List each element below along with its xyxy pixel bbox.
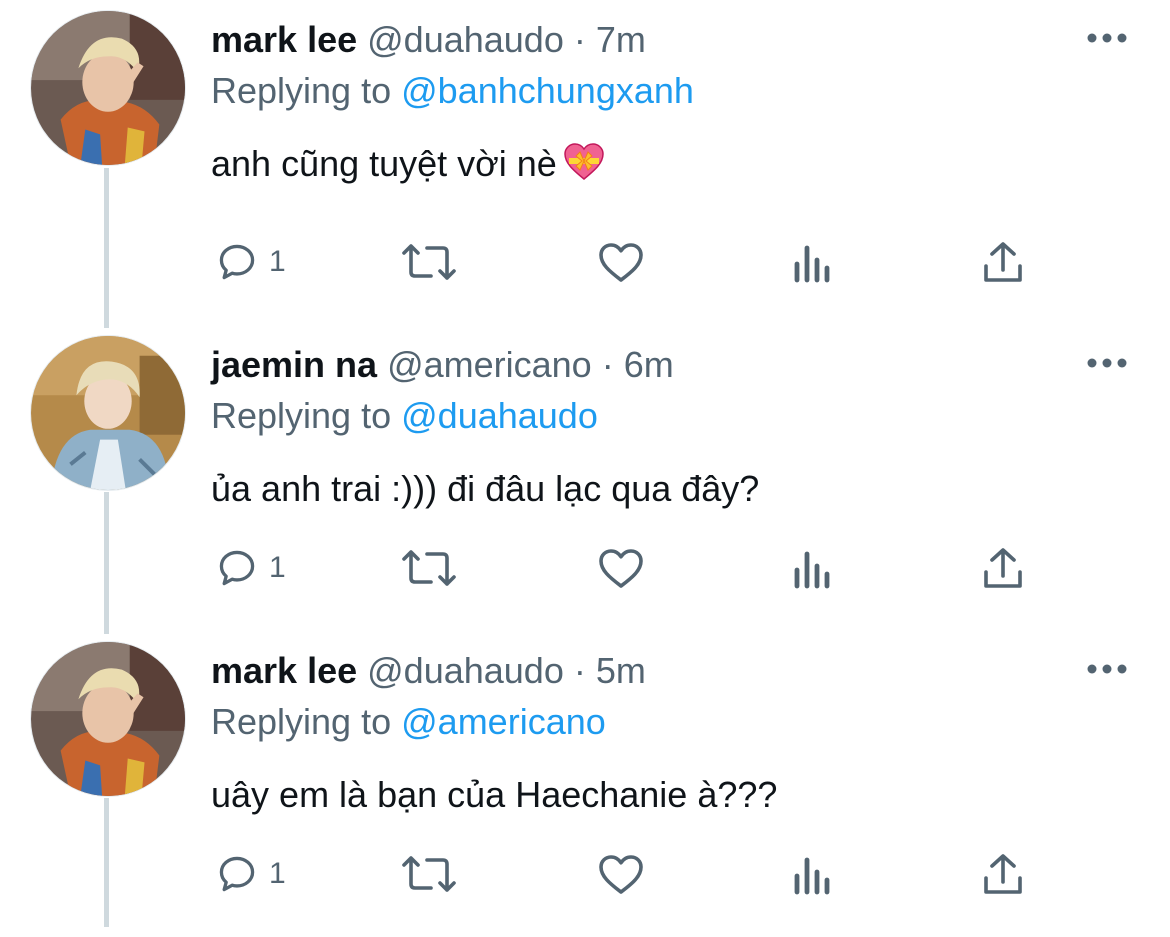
replying-to-label: Replying to — [211, 395, 392, 436]
tweet-text: anh cũng tuyệt vời nè — [211, 141, 605, 193]
user-handle[interactable]: @duahaudo — [367, 650, 564, 691]
share-button[interactable] — [981, 538, 1025, 598]
reply-button[interactable]: 1 — [215, 538, 286, 598]
display-name[interactable]: mark lee — [211, 19, 357, 60]
share-button[interactable] — [981, 844, 1025, 904]
replying-to-label: Replying to — [211, 701, 392, 742]
views-button[interactable] — [793, 232, 833, 292]
more-options-button[interactable] — [1082, 345, 1132, 381]
more-dots-icon — [1087, 358, 1127, 368]
tweet-text: ủa anh trai :))) đi đâu lạc qua đây? — [211, 466, 759, 512]
retweet-icon — [402, 550, 456, 586]
separator-dot: · — [573, 650, 586, 691]
retweet-button[interactable] — [401, 538, 457, 598]
heart-icon — [599, 549, 643, 588]
tweet-actions: 1 — [211, 844, 1071, 904]
share-upload-icon — [984, 242, 1022, 282]
display-name[interactable]: mark lee — [211, 650, 357, 691]
more-dots-icon — [1087, 664, 1127, 674]
avatar-image — [31, 336, 185, 490]
tweet-header: mark lee @duahaudo · 5m — [211, 649, 646, 693]
like-button[interactable] — [597, 538, 645, 598]
timestamp[interactable]: 7m — [596, 19, 646, 60]
separator-dot: · — [601, 344, 614, 385]
user-handle[interactable]: @americano — [387, 344, 592, 385]
bar-chart-icon — [794, 551, 830, 589]
replying-to: Replying to @americano — [211, 700, 606, 744]
mention-link[interactable]: @duahaudo — [401, 395, 598, 436]
user-handle[interactable]: @duahaudo — [367, 19, 564, 60]
avatar[interactable] — [30, 641, 186, 797]
more-options-button[interactable] — [1082, 20, 1132, 56]
bar-chart-icon — [794, 857, 830, 895]
retweet-icon — [402, 244, 456, 280]
heart-icon — [599, 855, 643, 894]
avatar-image — [31, 11, 185, 165]
like-button[interactable] — [597, 232, 645, 292]
share-upload-icon — [984, 548, 1022, 588]
retweet-button[interactable] — [401, 844, 457, 904]
share-button[interactable] — [981, 232, 1025, 292]
reply-button[interactable]: 1 — [215, 232, 286, 292]
timestamp[interactable]: 6m — [624, 344, 674, 385]
tweet-body: uây em là bạn của Haechanie à??? — [211, 774, 778, 815]
tweet[interactable]: jaemin na @americano · 6m Replying to @d… — [0, 325, 1170, 631]
reply-button[interactable]: 1 — [215, 844, 286, 904]
more-dots-icon — [1087, 33, 1127, 43]
tweet[interactable]: mark lee @duahaudo · 5m Replying to @ame… — [0, 631, 1170, 937]
retweet-button[interactable] — [401, 232, 457, 292]
avatar-image — [31, 642, 185, 796]
bar-chart-icon — [794, 245, 830, 283]
avatar[interactable] — [30, 335, 186, 491]
heart-with-ribbon-icon — [563, 142, 605, 193]
tweet-actions: 1 — [211, 232, 1071, 292]
speech-bubble-icon — [219, 550, 255, 586]
retweet-icon — [402, 856, 456, 892]
tweet-header: jaemin na @americano · 6m — [211, 343, 674, 387]
display-name[interactable]: jaemin na — [211, 344, 377, 385]
views-button[interactable] — [793, 538, 833, 598]
replying-to-label: Replying to — [211, 70, 392, 111]
share-upload-icon — [984, 854, 1022, 894]
tweet-header: mark lee @duahaudo · 7m — [211, 18, 646, 62]
separator-dot: · — [573, 19, 586, 60]
reply-count: 1 — [269, 857, 286, 890]
tweet-body: anh cũng tuyệt vời nè — [211, 143, 557, 184]
reply-count: 1 — [269, 551, 286, 584]
views-button[interactable] — [793, 844, 833, 904]
like-button[interactable] — [597, 844, 645, 904]
replying-to: Replying to @banhchungxanh — [211, 69, 694, 113]
tweet[interactable]: mark lee @duahaudo · 7m Replying to @ban… — [0, 0, 1170, 306]
reply-count: 1 — [269, 245, 286, 278]
tweet-text: uây em là bạn của Haechanie à??? — [211, 772, 777, 818]
speech-bubble-icon — [219, 244, 255, 280]
speech-bubble-icon — [219, 856, 255, 892]
replying-to: Replying to @duahaudo — [211, 394, 598, 438]
avatar[interactable] — [30, 10, 186, 166]
tweet-actions: 1 — [211, 538, 1071, 598]
mention-link[interactable]: @banhchungxanh — [401, 70, 694, 111]
tweet-body: ủa anh trai :))) đi đâu lạc qua đây? — [211, 468, 760, 509]
heart-icon — [599, 243, 643, 282]
timestamp[interactable]: 5m — [596, 650, 646, 691]
mention-link[interactable]: @americano — [401, 701, 606, 742]
more-options-button[interactable] — [1082, 651, 1132, 687]
